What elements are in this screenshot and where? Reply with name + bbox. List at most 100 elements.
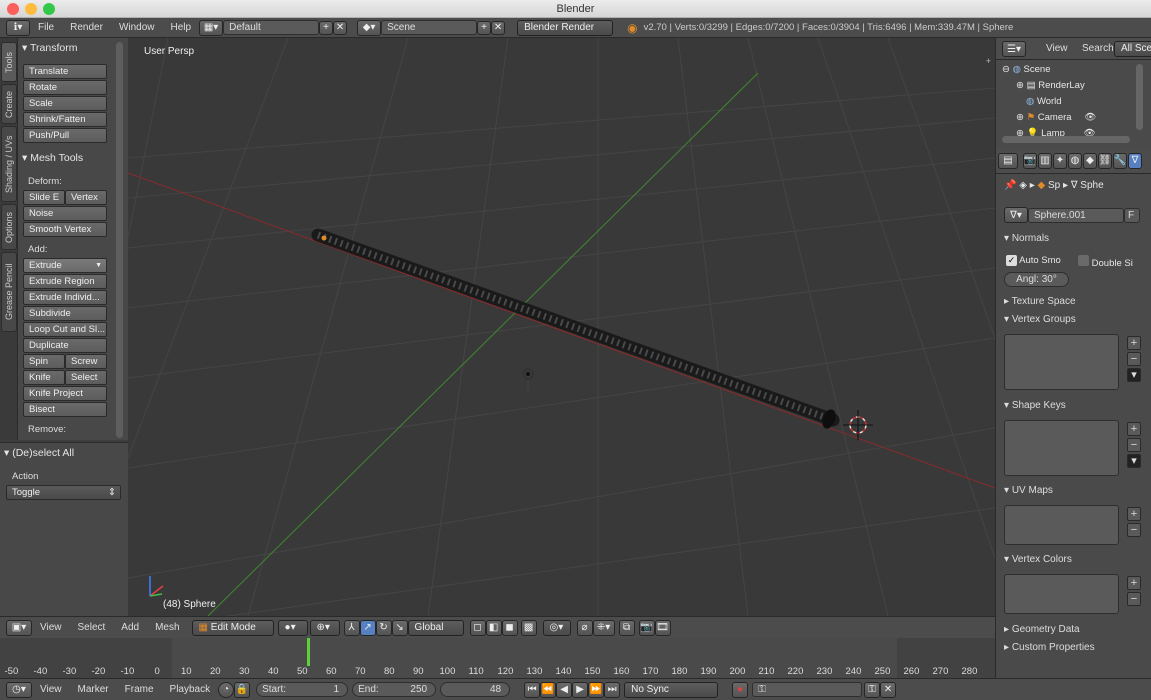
outliner-menu-view[interactable]: View xyxy=(1038,39,1076,59)
manipulator-toggle-icon[interactable]: ⅄ xyxy=(343,619,360,636)
render-tab-icon[interactable]: 📷 xyxy=(1023,152,1037,169)
3d-cursor-icon[interactable] xyxy=(843,410,873,440)
editor-type-info-icon[interactable]: ℹ▾ xyxy=(6,19,30,36)
remove-shape-key-icon[interactable]: − xyxy=(1127,438,1141,452)
subdivide-button[interactable]: Subdivide xyxy=(23,306,107,321)
start-frame-field[interactable]: Start: 1 xyxy=(256,682,349,697)
extrude-dropdown[interactable]: Extrude ▼ xyxy=(23,258,107,273)
add-vertex-group-icon[interactable]: + xyxy=(1127,336,1141,350)
lock-icon[interactable]: 🔒 xyxy=(234,681,251,698)
visibility-eye-icon[interactable]: 👁 xyxy=(1074,112,1096,123)
loop-cut-button[interactable]: Loop Cut and Sl... xyxy=(23,322,107,337)
outliner-item-scene[interactable]: ⊖ ◍ Scene xyxy=(1002,62,1096,78)
push-pull-button[interactable]: Push/Pull xyxy=(23,128,107,143)
bisect-button[interactable]: Bisect xyxy=(23,402,107,417)
sphere-mesh-body[interactable] xyxy=(311,228,840,427)
vertex-group-specials-icon[interactable]: ▾ xyxy=(1127,368,1141,382)
tab-create[interactable]: Create xyxy=(1,84,17,124)
tab-grease-pencil[interactable]: Grease Pencil xyxy=(1,252,17,332)
editor-type-outliner-icon[interactable]: ☰▾ xyxy=(1002,41,1026,57)
play-icon[interactable]: ▶ xyxy=(572,681,589,698)
add-shape-key-icon[interactable]: + xyxy=(1127,422,1141,436)
timeline-menu-view[interactable]: View xyxy=(32,680,70,700)
lamp-icon[interactable] xyxy=(522,368,534,394)
knife-project-button[interactable]: Knife Project xyxy=(23,386,107,401)
timeline-menu-playback[interactable]: Playback xyxy=(162,680,219,700)
insert-keyframe-icon[interactable]: ⚿ xyxy=(864,681,881,698)
menu-file[interactable]: File xyxy=(30,18,62,38)
normals-panel-header[interactable]: ▾ Normals xyxy=(1004,233,1049,244)
uv-maps-panel-header[interactable]: ▾ UV Maps xyxy=(1004,485,1053,496)
extrude-individual-button[interactable]: Extrude Individ... xyxy=(23,290,107,305)
shading-dropdown[interactable]: ●▾ xyxy=(277,619,308,636)
render-engine-dropdown[interactable]: Blender Render xyxy=(517,19,614,36)
outliner-filter-dropdown[interactable]: All Sce xyxy=(1114,41,1151,57)
screw-button[interactable]: Screw xyxy=(65,354,107,369)
vertex-groups-list[interactable] xyxy=(1004,334,1119,390)
timeline-menu-frame[interactable]: Frame xyxy=(117,680,162,700)
menu-render[interactable]: Render xyxy=(62,18,111,38)
fake-user-button[interactable]: F xyxy=(1124,208,1140,223)
occlude-geometry-icon[interactable]: ▩ xyxy=(520,619,537,636)
remove-uv-map-icon[interactable]: − xyxy=(1127,523,1141,537)
constraints-tab-icon[interactable]: ⛓ xyxy=(1098,152,1112,169)
translate-button[interactable]: Translate xyxy=(23,64,107,79)
snap-icon[interactable]: ⌀ xyxy=(576,619,593,636)
spin-button[interactable]: Spin xyxy=(23,354,65,369)
editor-type-timeline-icon[interactable]: ◷▾ xyxy=(6,681,32,698)
remove-screen-icon[interactable]: ✕ xyxy=(333,20,348,35)
pin-icon[interactable]: 📌 xyxy=(1004,180,1016,191)
outliner-item-camera[interactable]: ⊕ ⚑ Camera 👁 xyxy=(1002,110,1096,126)
add-vertex-color-icon[interactable]: + xyxy=(1127,576,1141,590)
3d-viewport[interactable]: User Persp (48) Sphere + xyxy=(128,38,995,616)
menu-select[interactable]: Select xyxy=(70,618,114,638)
scene-tab-icon[interactable]: ✦ xyxy=(1053,152,1067,169)
jump-keyframe-back-icon[interactable]: ⏪ xyxy=(540,681,557,698)
vertex-colors-list[interactable] xyxy=(1004,574,1119,614)
action-dropdown[interactable]: Toggle ⇕ xyxy=(6,485,121,500)
texture-space-panel-header[interactable]: ▸ Texture Space xyxy=(1004,296,1076,307)
shrink-fatten-button[interactable]: Shrink/Fatten xyxy=(23,112,107,127)
current-frame-indicator[interactable] xyxy=(307,638,310,666)
end-frame-field[interactable]: End: 250 xyxy=(352,682,437,697)
preview-range-icon[interactable]: ◔ xyxy=(218,681,235,698)
add-uv-map-icon[interactable]: + xyxy=(1127,507,1141,521)
knife-button[interactable]: Knife xyxy=(23,370,65,385)
screen-layout-field[interactable]: Default xyxy=(223,20,320,35)
mesh-name-field[interactable]: Sphere.001 xyxy=(1028,208,1124,223)
shape-key-specials-icon[interactable]: ▾ xyxy=(1127,454,1141,468)
world-tab-icon[interactable]: ◍ xyxy=(1068,152,1082,169)
record-icon[interactable]: ● xyxy=(732,681,749,698)
play-reverse-icon[interactable]: ◀ xyxy=(556,681,573,698)
delete-keyframe-icon[interactable]: ✕ xyxy=(880,681,897,698)
opengl-anim-icon[interactable]: 🎞 xyxy=(654,619,671,636)
outliner-item-renderlayers[interactable]: ⊕ ▤ RenderLay xyxy=(1002,78,1096,94)
slide-edge-button[interactable]: Slide E xyxy=(23,190,65,205)
menu-window[interactable]: Window xyxy=(111,18,163,38)
outliner-h-scrollbar[interactable] xyxy=(1002,136,1130,143)
menu-mesh[interactable]: Mesh xyxy=(147,618,187,638)
outliner-scrollbar[interactable] xyxy=(1136,64,1143,130)
tab-options[interactable]: Options xyxy=(1,204,17,250)
snap-target-icon[interactable]: ⁜▾ xyxy=(592,619,615,636)
plus-icon[interactable]: + xyxy=(986,56,991,66)
remove-vertex-group-icon[interactable]: − xyxy=(1127,352,1141,366)
current-frame-field[interactable]: 48 xyxy=(440,682,511,697)
auto-smooth-angle-field[interactable]: Angl: 30° xyxy=(1004,272,1069,287)
add-screen-icon[interactable]: + xyxy=(319,20,334,35)
orientation-dropdown[interactable]: Global xyxy=(407,619,464,636)
tab-tools[interactable]: Tools xyxy=(1,42,17,82)
mesh-browse-icon[interactable]: ∇▾ xyxy=(1004,207,1028,223)
data-tab-icon[interactable]: ∇ xyxy=(1128,152,1142,169)
scale-button[interactable]: Scale xyxy=(23,96,107,111)
shape-keys-list[interactable] xyxy=(1004,420,1119,476)
shape-keys-panel-header[interactable]: ▾ Shape Keys xyxy=(1004,400,1066,411)
menu-view[interactable]: View xyxy=(32,618,70,638)
screen-layout-icon[interactable]: ▦▾ xyxy=(199,19,224,36)
scene-icon[interactable]: ◆▾ xyxy=(357,19,382,36)
toolshelf-scrollbar[interactable] xyxy=(116,42,123,438)
double-sided-checkbox[interactable]: Double Si xyxy=(1078,255,1133,269)
minimize-window-button[interactable] xyxy=(25,3,37,15)
menu-help[interactable]: Help xyxy=(163,18,200,38)
vertex-select-icon[interactable]: ◻ xyxy=(469,619,486,636)
